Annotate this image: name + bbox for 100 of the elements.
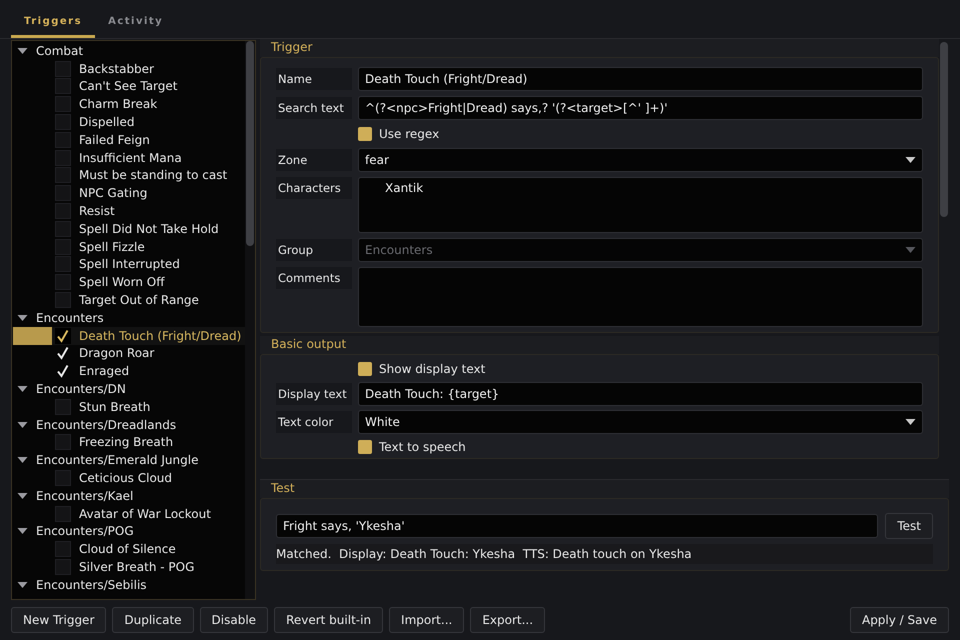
tree-item[interactable]: Spell Did Not Take Hold: [12, 220, 245, 238]
section-title: Trigger: [260, 39, 939, 57]
checkbox-label: Text to speech: [379, 440, 466, 454]
field-label: Search text: [276, 97, 352, 119]
checkbox[interactable]: [55, 220, 71, 237]
checkbox[interactable]: [358, 440, 372, 454]
checkbox[interactable]: [55, 434, 71, 450]
expand-arrow-icon[interactable]: [17, 314, 28, 321]
test-result: Matched. Display: Death Touch: Ykesha TTS: Death touch on Ykesha: [276, 544, 933, 564]
dropdown-arrow-icon: [905, 157, 916, 163]
list-item[interactable]: Xantik: [385, 180, 424, 195]
checkbox[interactable]: [55, 398, 71, 415]
tree-group[interactable]: Encounters: [36, 310, 104, 325]
tree-item[interactable]: NPC Gating: [12, 184, 245, 202]
checkbox[interactable]: [55, 328, 71, 344]
display-text-field[interactable]: Death Touch: {target}: [358, 382, 923, 406]
zone-dropdown[interactable]: fear: [358, 148, 923, 172]
expand-arrow-icon[interactable]: [17, 528, 28, 534]
field-label: Characters: [276, 177, 352, 199]
action-button[interactable]: Export...: [470, 607, 546, 633]
tree-item[interactable]: Target Out of Range: [12, 291, 245, 309]
checkbox[interactable]: [55, 114, 71, 130]
field-label: Zone: [276, 149, 352, 171]
checkbox[interactable]: [55, 203, 71, 220]
checkbox[interactable]: [55, 167, 71, 184]
tree-item[interactable]: Dragon Roar: [12, 344, 245, 362]
tree-item[interactable]: Dispelled: [12, 113, 245, 131]
checkbox-label: Show display text: [379, 362, 486, 376]
tree-item[interactable]: Insufficient Mana: [12, 148, 245, 167]
section-title: Basic output: [260, 336, 939, 354]
checkbox[interactable]: [358, 127, 372, 141]
checkbox[interactable]: [55, 150, 71, 166]
characters-list[interactable]: Xantik: [358, 177, 923, 233]
checkbox[interactable]: [55, 541, 71, 558]
tree-item[interactable]: Ceticious Cloud: [12, 469, 245, 487]
tree-item[interactable]: Cloud of Silence: [12, 540, 245, 558]
checkbox[interactable]: [55, 132, 71, 148]
test-button[interactable]: Test: [885, 513, 933, 539]
tree-group[interactable]: Encounters/DN: [36, 382, 126, 396]
expand-arrow-icon[interactable]: [17, 422, 28, 428]
tree-item[interactable]: Spell Fizzle: [12, 238, 245, 256]
checkbox[interactable]: [55, 292, 71, 308]
search-text-field[interactable]: ^(?<npc>Fright|Dread) says,? '(?<target>[^' ]+)': [358, 96, 923, 120]
tree-item[interactable]: Stun Breath: [12, 398, 245, 416]
checkbox-label: Use regex: [379, 127, 440, 141]
action-button[interactable]: Disable: [200, 607, 268, 633]
apply-save-button[interactable]: Apply / Save: [850, 607, 949, 633]
checkbox[interactable]: [55, 274, 71, 290]
tree-item[interactable]: Death Touch (Fright/Dread): [12, 326, 245, 345]
tree-item[interactable]: Freezing Breath: [12, 434, 245, 452]
checkbox[interactable]: [55, 256, 71, 272]
action-button[interactable]: Duplicate: [112, 607, 194, 633]
name-field[interactable]: Death Touch (Fright/Dread): [358, 67, 923, 91]
action-button[interactable]: New Trigger: [11, 607, 106, 633]
expand-arrow-icon[interactable]: [17, 492, 28, 499]
checkbox[interactable]: [55, 363, 71, 380]
field-label: Text color: [276, 411, 352, 433]
expand-arrow-icon[interactable]: [17, 48, 28, 54]
tree-group[interactable]: Encounters/Dreadlands: [36, 418, 176, 432]
tree-item[interactable]: Enraged: [12, 362, 245, 380]
tree-item[interactable]: Resist: [12, 202, 245, 220]
checkbox[interactable]: [358, 362, 372, 376]
dropdown-arrow-icon: [905, 247, 916, 253]
tree-item[interactable]: Avatar of War Lockout: [12, 504, 245, 523]
action-button[interactable]: Import...: [389, 607, 464, 633]
tree-group[interactable]: Combat: [36, 44, 84, 58]
expand-arrow-icon[interactable]: [17, 582, 28, 588]
checkbox[interactable]: [55, 506, 71, 522]
checkbox[interactable]: [55, 559, 71, 575]
tree-item[interactable]: Silver Breath - POG: [12, 558, 245, 576]
tree-item[interactable]: Must be standing to cast: [12, 166, 245, 184]
field-label: Group: [276, 239, 352, 261]
tree-item[interactable]: Charm Break: [12, 95, 245, 114]
checkbox[interactable]: [55, 345, 71, 362]
tree-item[interactable]: Can't See Target: [12, 78, 245, 96]
tree-group[interactable]: Encounters/Emerald Jungle: [36, 453, 198, 468]
field-label: Comments: [276, 267, 352, 289]
checkbox[interactable]: [55, 60, 71, 77]
tree-item[interactable]: Backstabber: [12, 60, 245, 78]
tree-item[interactable]: Failed Feign: [12, 130, 245, 149]
tab[interactable]: Activity: [95, 16, 176, 38]
checkbox[interactable]: [55, 238, 71, 255]
comments-field[interactable]: [358, 267, 923, 327]
scrollbar[interactable]: [245, 41, 255, 599]
tree-group[interactable]: Encounters/POG: [36, 524, 134, 538]
field-label: Name: [276, 68, 352, 90]
test-input-field[interactable]: Fright says, 'Ykesha': [276, 514, 878, 538]
tree-item[interactable]: Spell Worn Off: [12, 273, 245, 292]
tree-group[interactable]: Encounters/Sebilis: [36, 578, 147, 592]
action-button[interactable]: Revert built-in: [274, 607, 384, 633]
dropdown-arrow-icon: [905, 419, 916, 425]
text-color-dropdown[interactable]: White: [358, 410, 923, 434]
expand-arrow-icon[interactable]: [17, 386, 28, 392]
checkbox[interactable]: [55, 78, 71, 94]
checkbox[interactable]: [55, 470, 71, 486]
checkbox[interactable]: [55, 185, 71, 202]
expand-arrow-icon[interactable]: [17, 457, 28, 464]
tree-group[interactable]: Encounters/Kael: [36, 488, 134, 503]
tree-item[interactable]: Spell Interrupted: [12, 256, 245, 274]
checkbox[interactable]: [55, 96, 71, 112]
